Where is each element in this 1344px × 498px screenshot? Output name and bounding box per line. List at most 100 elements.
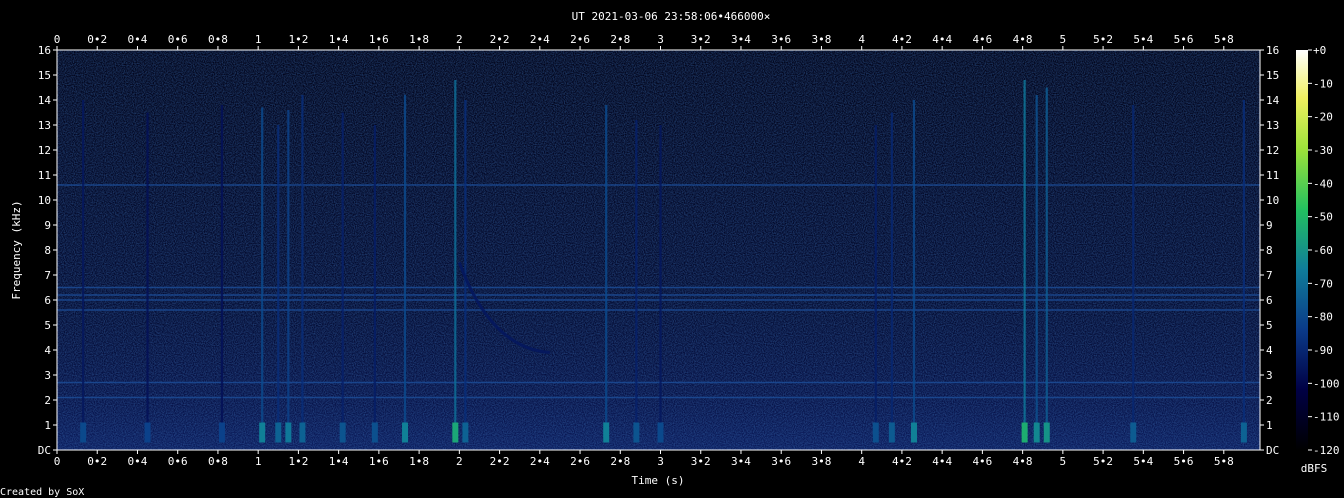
- x-tick-label-top: 3•6: [771, 33, 791, 46]
- x-tick-label-top: 2•8: [610, 33, 630, 46]
- colorbar-tick-label: -50: [1313, 211, 1333, 224]
- y-tick-label-right: 13: [1266, 119, 1279, 132]
- x-tick-label-top: 1•2: [288, 33, 308, 46]
- x-tick-label-bottom: 0•2: [87, 455, 107, 468]
- x-tick-label-top: 2: [456, 33, 463, 46]
- x-tick-label-bottom: 0: [54, 455, 61, 468]
- impulse-low-burst: [910, 422, 917, 443]
- y-tick-label-left: 7: [44, 269, 51, 282]
- x-tick-label-top: 3•8: [812, 33, 832, 46]
- plot-noise: [57, 50, 1260, 450]
- x-tick-label-top: 5•4: [1133, 33, 1153, 46]
- x-tick-label-bottom: 2•8: [610, 455, 630, 468]
- x-tick-label-top: 3•4: [731, 33, 751, 46]
- colorbar-tick-label: -60: [1313, 244, 1333, 257]
- impulse-low-burst: [1033, 422, 1040, 443]
- x-tick-label-bottom: 1•8: [409, 455, 429, 468]
- colorbar-tick-label: -100: [1313, 377, 1340, 390]
- y-tick-label-right: 5: [1266, 319, 1273, 332]
- x-tick-label-top: 4•6: [972, 33, 992, 46]
- x-tick-label-top: 1•4: [329, 33, 349, 46]
- impulse-low-burst: [603, 422, 610, 443]
- footer-credit: Created by SoX: [0, 487, 84, 498]
- x-tick-label-top: 1•8: [409, 33, 429, 46]
- impulse-low-burst: [657, 422, 664, 443]
- colorbar-tick-label: -90: [1313, 344, 1333, 357]
- y-tick-label-left: 3: [44, 369, 51, 382]
- impulse-low-burst: [218, 422, 225, 443]
- x-tick-label-top: 0: [54, 33, 61, 46]
- x-tick-label-bottom: 2•6: [570, 455, 590, 468]
- x-tick-label-top: 1: [255, 33, 262, 46]
- x-tick-label-bottom: 3: [657, 455, 664, 468]
- x-tick-label-bottom: 2: [456, 455, 463, 468]
- impulse-low-burst: [299, 422, 306, 443]
- colorbar-tick-label: -80: [1313, 311, 1333, 324]
- x-tick-label-bottom: 1•6: [369, 455, 389, 468]
- impulse-low-burst: [1130, 422, 1137, 443]
- x-tick-label-top: 3•2: [691, 33, 711, 46]
- y-tick-label-right: 11: [1266, 169, 1279, 182]
- y-tick-label-left: 4: [44, 344, 51, 357]
- y-tick-label-left: 6: [44, 294, 51, 307]
- y-tick-label-right: 6: [1266, 294, 1273, 307]
- x-tick-label-bottom: 2•2: [490, 455, 510, 468]
- y-tick-label-right: 16: [1266, 44, 1279, 57]
- y-tick-label-left: 9: [44, 219, 51, 232]
- impulse-low-burst: [371, 422, 378, 443]
- x-tick-label-top: 0•2: [87, 33, 107, 46]
- x-tick-label-bottom: 2•4: [530, 455, 550, 468]
- x-tick-label-bottom: 3•6: [771, 455, 791, 468]
- x-tick-label-top: 5•6: [1174, 33, 1194, 46]
- y-axis-label: Frequency (kHz): [10, 200, 23, 299]
- impulse-low-burst: [1021, 422, 1028, 443]
- impulse-low-burst: [275, 422, 282, 443]
- x-tick-label-top: 5•2: [1093, 33, 1113, 46]
- impulse-low-burst: [285, 422, 292, 443]
- colorbar-tick-label: -20: [1313, 111, 1333, 124]
- x-axis-label: Time (s): [632, 474, 685, 487]
- spectrogram-chart: UT 2021-03-06 23:58:06•466000× 0 0 0•2 0•2 0…: [0, 10, 1340, 498]
- impulse-low-burst: [633, 422, 640, 443]
- y-tick-label-left: 14: [38, 94, 52, 107]
- x-tick-label-bottom: 4•4: [932, 455, 952, 468]
- x-tick-label-top: 0•8: [208, 33, 228, 46]
- y-tick-label-left: 5: [44, 319, 51, 332]
- x-tick-label-top: 2•4: [530, 33, 550, 46]
- x-tick-label-top: 5•8: [1214, 33, 1234, 46]
- x-tick-label-top: 4•2: [892, 33, 912, 46]
- x-tick-label-top: 4•8: [1013, 33, 1033, 46]
- impulse-low-burst: [462, 422, 469, 443]
- x-tick-label-bottom: 5•8: [1214, 455, 1234, 468]
- y-tick-label-left: 8: [44, 244, 51, 257]
- y-tick-label-right: 3: [1266, 369, 1273, 382]
- x-tick-label-bottom: 5: [1060, 455, 1067, 468]
- y-tick-label-left: 12: [38, 144, 51, 157]
- x-tick-label-top: 0•6: [168, 33, 188, 46]
- chart-title: UT 2021-03-06 23:58:06•466000×: [572, 10, 771, 23]
- x-tick-label-bottom: 3•2: [691, 455, 711, 468]
- colorbar: [1296, 50, 1308, 450]
- x-tick-label-bottom: 4•6: [972, 455, 992, 468]
- x-tick-label-bottom: 4•2: [892, 455, 912, 468]
- colorbar-tick-label: -120: [1313, 444, 1340, 457]
- impulse-low-burst: [452, 422, 459, 443]
- x-tick-label-bottom: 1•4: [329, 455, 349, 468]
- x-tick-label-top: 1•6: [369, 33, 389, 46]
- x-tick-label-bottom: 4: [858, 455, 865, 468]
- x-tick-label-top: 5: [1060, 33, 1067, 46]
- y-tick-label-left: 1: [44, 419, 51, 432]
- x-tick-label-bottom: 1: [255, 455, 262, 468]
- x-tick-label-top: 4: [858, 33, 865, 46]
- impulse-low-burst: [888, 422, 895, 443]
- x-tick-label-bottom: 5•6: [1174, 455, 1194, 468]
- x-tick-label-top: 3: [657, 33, 664, 46]
- colorbar-ticks: +0 -10 -20 -30 -40 -50 -60 -70 -80 -90 -100 -110 -12…: [1308, 44, 1340, 457]
- impulse-low-burst: [259, 422, 266, 443]
- y-tick-label-left: DC: [38, 444, 51, 457]
- y-tick-label-left: 13: [38, 119, 51, 132]
- colorbar-tick-label: -40: [1313, 177, 1333, 190]
- colorbar-tick-label: +0: [1313, 44, 1326, 57]
- colorbar-tick-label: -30: [1313, 144, 1333, 157]
- y-tick-label-left: 15: [38, 69, 51, 82]
